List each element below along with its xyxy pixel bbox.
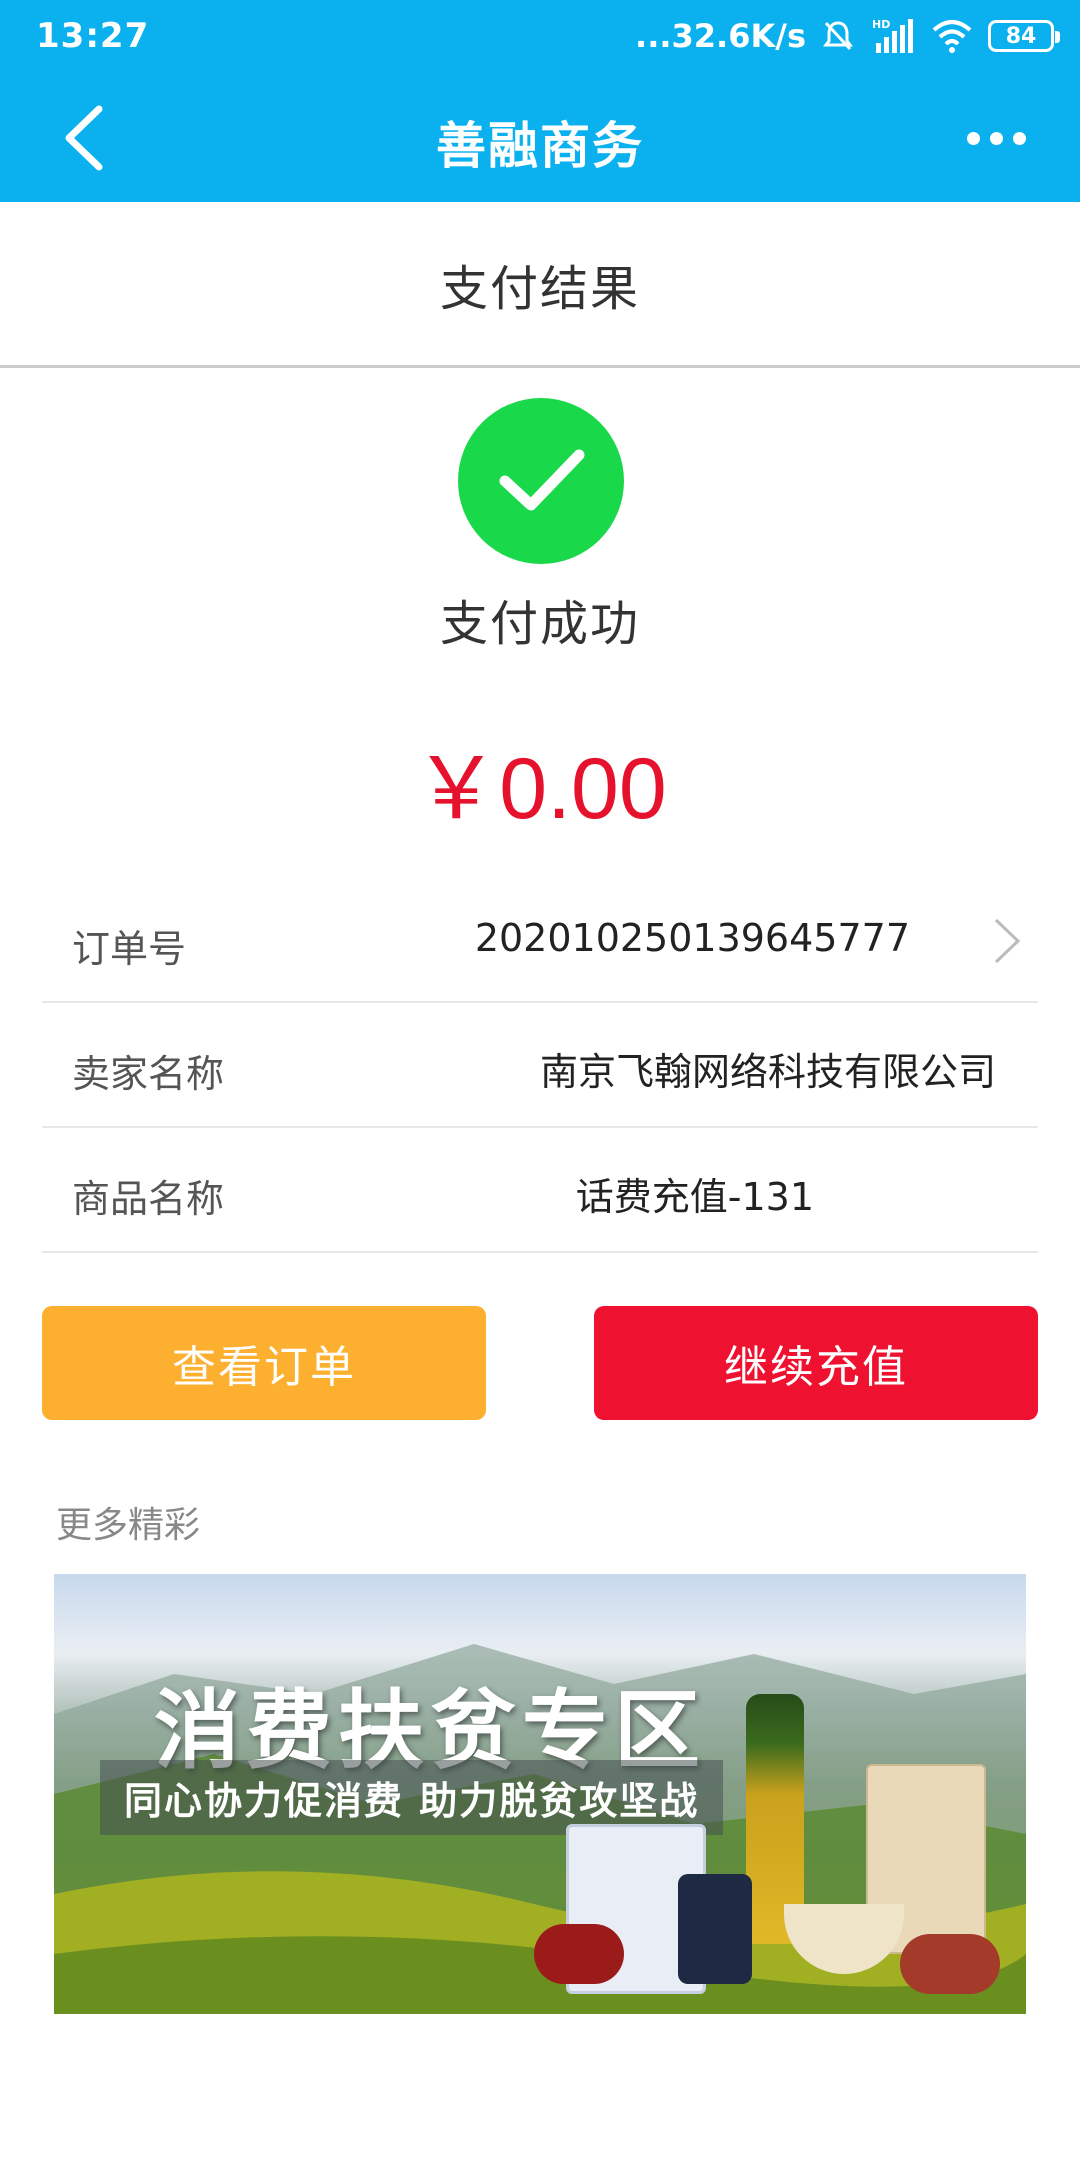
battery-icon: 84 bbox=[988, 20, 1060, 52]
wifi-icon bbox=[930, 18, 974, 54]
payment-amount: ￥0.00 bbox=[413, 741, 667, 837]
product-label: 商品名称 bbox=[72, 1177, 225, 1221]
product-value: 话费充值-131 bbox=[575, 1175, 814, 1219]
signal-icon: HD bbox=[870, 17, 916, 55]
chevron-right-icon bbox=[994, 918, 1021, 964]
status-indicators: ...32.6K/s HD 84 bbox=[635, 14, 1060, 58]
more-dots-icon bbox=[966, 131, 980, 145]
header: 13:27 ...32.6K/s HD 84 善融商务 bbox=[0, 0, 1080, 202]
payment-status: 支付成功 bbox=[439, 596, 640, 652]
product-row: 商品名称 话费充值-131 bbox=[42, 1128, 1038, 1253]
hd-label: HD bbox=[872, 18, 890, 31]
view-order-button[interactable]: 查看订单 bbox=[42, 1306, 486, 1420]
seller-row: 卖家名称 南京飞翰网络科技有限公司 bbox=[42, 1003, 1038, 1128]
order-number-row[interactable]: 订单号 202010250139645777 bbox=[42, 878, 1038, 1003]
sausage-image bbox=[900, 1934, 1000, 1994]
app-title: 善融商务 bbox=[436, 117, 644, 175]
honey-jar-image bbox=[678, 1874, 752, 1984]
page-subheader: 支付结果 bbox=[0, 202, 1080, 368]
battery-level: 84 bbox=[1005, 23, 1037, 49]
red-dates-image bbox=[534, 1924, 624, 1984]
continue-recharge-button[interactable]: 继续充值 bbox=[594, 1306, 1038, 1420]
more-button[interactable] bbox=[956, 108, 1036, 168]
seller-label: 卖家名称 bbox=[72, 1052, 225, 1096]
status-bar: 13:27 ...32.6K/s HD 84 bbox=[0, 0, 1080, 74]
order-number-value: 202010250139645777 bbox=[474, 916, 910, 960]
app-bar: 善融商务 bbox=[0, 74, 1080, 202]
more-section-title: 更多精彩 bbox=[56, 1505, 201, 1546]
order-number-label: 订单号 bbox=[72, 927, 187, 971]
order-info: 订单号 202010250139645777 卖家名称 南京飞翰网络科技有限公司… bbox=[42, 878, 1038, 1253]
bell-muted-icon bbox=[820, 18, 856, 54]
page-title: 支付结果 bbox=[439, 260, 640, 317]
network-speed: ...32.6K/s bbox=[635, 17, 806, 55]
check-circle-icon bbox=[458, 398, 624, 564]
status-time: 13:27 bbox=[36, 16, 150, 56]
seller-value: 南京飞翰网络科技有限公司 bbox=[539, 1050, 996, 1094]
promo-banner[interactable]: 消费扶贫专区 同心协力促消费 助力脱贫攻坚战 bbox=[54, 1574, 1026, 2014]
